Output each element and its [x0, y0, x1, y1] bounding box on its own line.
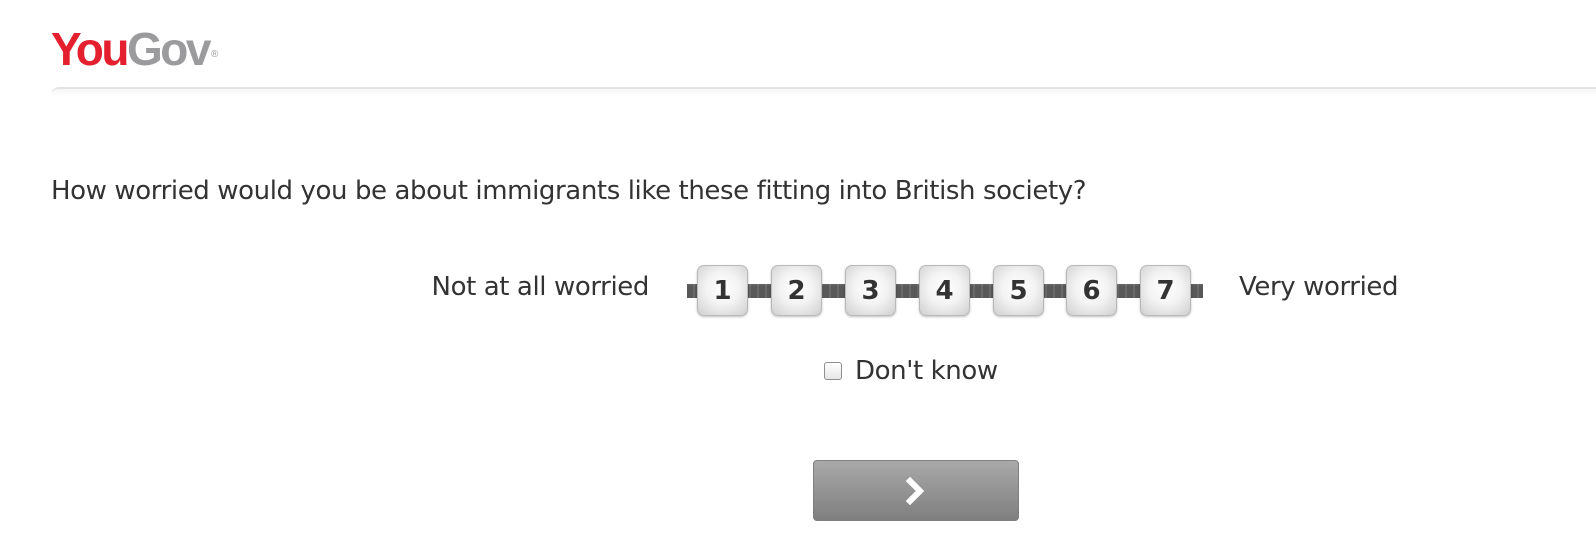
scale-option-7[interactable]: 7 — [1140, 265, 1191, 316]
logo-gov: Gov — [126, 23, 211, 75]
header: YouGov ® — [51, 24, 218, 74]
dont-know-option: Don't know — [824, 356, 998, 386]
header-divider — [51, 87, 1596, 98]
logo-you: You — [51, 23, 129, 75]
chevron-right-icon — [905, 476, 925, 505]
next-button[interactable] — [813, 460, 1019, 521]
registered-mark: ® — [210, 49, 219, 60]
survey-page: YouGov ® How worried would you be about i… — [0, 0, 1596, 560]
question-text: How worried would you be about immigrant… — [51, 176, 1087, 206]
dont-know-label[interactable]: Don't know — [855, 356, 998, 386]
scale-option-5[interactable]: 5 — [993, 265, 1044, 316]
dont-know-checkbox[interactable] — [824, 362, 842, 380]
yougov-logo: YouGov ® — [51, 24, 218, 74]
scale-option-4[interactable]: 4 — [919, 265, 970, 316]
scale-option-1[interactable]: 1 — [697, 265, 748, 316]
scale-left-label: Not at all worried — [431, 272, 650, 302]
scale-option-6[interactable]: 6 — [1066, 265, 1117, 316]
scale-right-label: Very worried — [1239, 272, 1399, 302]
scale-option-2[interactable]: 2 — [771, 265, 822, 316]
scale-option-3[interactable]: 3 — [845, 265, 896, 316]
